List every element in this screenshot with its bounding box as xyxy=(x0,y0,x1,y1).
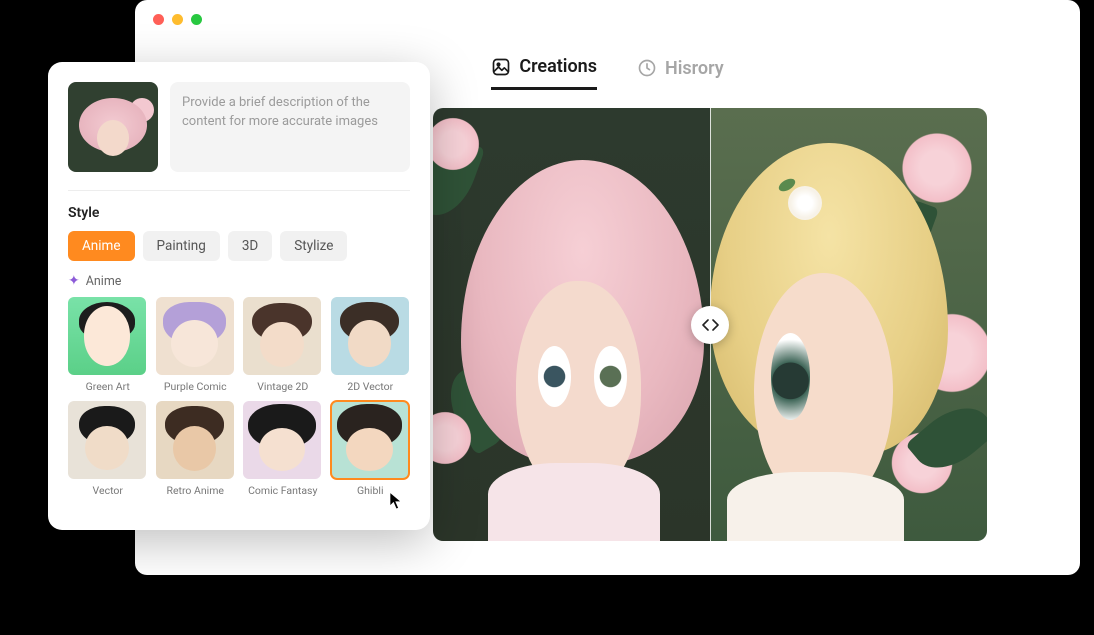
style-card-ghibli[interactable]: Ghibli xyxy=(331,401,411,497)
tab-history-label: Hisrory xyxy=(665,58,724,79)
close-window-button[interactable] xyxy=(153,14,164,25)
style-thumb xyxy=(156,297,234,375)
chevron-left-icon xyxy=(702,319,710,331)
style-thumb xyxy=(68,401,146,479)
chevron-right-icon xyxy=(711,319,719,331)
style-card-label: Ghibli xyxy=(331,484,411,497)
image-icon xyxy=(491,57,511,77)
style-card-purple-comic[interactable]: Purple Comic xyxy=(156,297,236,393)
uploaded-thumbnail[interactable] xyxy=(68,82,158,172)
style-card-retro-anime[interactable]: Retro Anime xyxy=(156,401,236,497)
style-thumb xyxy=(156,401,234,479)
style-card-label: Retro Anime xyxy=(156,484,236,497)
maximize-window-button[interactable] xyxy=(191,14,202,25)
chip-3d[interactable]: 3D xyxy=(228,231,272,261)
substyle-header: ✦ Anime xyxy=(68,273,410,289)
style-card-label: Comic Fantasy xyxy=(243,484,323,497)
clock-icon xyxy=(637,58,657,78)
minimize-window-button[interactable] xyxy=(172,14,183,25)
tab-creations[interactable]: Creations xyxy=(491,56,597,90)
style-thumb xyxy=(243,401,321,479)
style-card-label: Green Art xyxy=(68,380,148,393)
style-card-label: 2D Vector xyxy=(331,380,411,393)
comparison-preview xyxy=(433,108,987,541)
chip-anime[interactable]: Anime xyxy=(68,231,135,261)
generated-image xyxy=(710,108,987,541)
tab-history[interactable]: Hisrory xyxy=(637,56,724,90)
divider xyxy=(68,190,410,191)
prompt-textarea[interactable]: Provide a brief description of the conte… xyxy=(170,82,410,172)
style-grid: Green Art Purple Comic Vintage 2D 2D Vec… xyxy=(68,297,410,497)
style-card-label: Vintage 2D xyxy=(243,380,323,393)
preview-original xyxy=(433,108,710,541)
style-card-2d-vector[interactable]: 2D Vector xyxy=(331,297,411,393)
style-card-vintage-2d[interactable]: Vintage 2D xyxy=(243,297,323,393)
style-card-label: Purple Comic xyxy=(156,380,236,393)
style-thumb xyxy=(243,297,321,375)
style-section-label: Style xyxy=(68,205,410,221)
chip-painting[interactable]: Painting xyxy=(143,231,220,261)
style-thumb xyxy=(331,401,409,479)
style-card-comic-fantasy[interactable]: Comic Fantasy xyxy=(243,401,323,497)
substyle-label: Anime xyxy=(86,274,122,289)
comparison-slider-handle[interactable] xyxy=(691,306,729,344)
style-card-label: Vector xyxy=(68,484,148,497)
original-image xyxy=(433,108,710,541)
tab-creations-label: Creations xyxy=(519,56,597,77)
window-controls xyxy=(153,14,202,25)
chip-stylize[interactable]: Stylize xyxy=(280,231,347,261)
style-thumb xyxy=(331,297,409,375)
style-card-vector[interactable]: Vector xyxy=(68,401,148,497)
preview-generated xyxy=(710,108,987,541)
style-thumb xyxy=(68,297,146,375)
style-category-chips: Anime Painting 3D Stylize xyxy=(68,231,410,261)
style-panel: Provide a brief description of the conte… xyxy=(48,62,430,530)
sparkle-icon: ✦ xyxy=(68,273,80,289)
style-card-green-art[interactable]: Green Art xyxy=(68,297,148,393)
input-row: Provide a brief description of the conte… xyxy=(68,82,410,172)
